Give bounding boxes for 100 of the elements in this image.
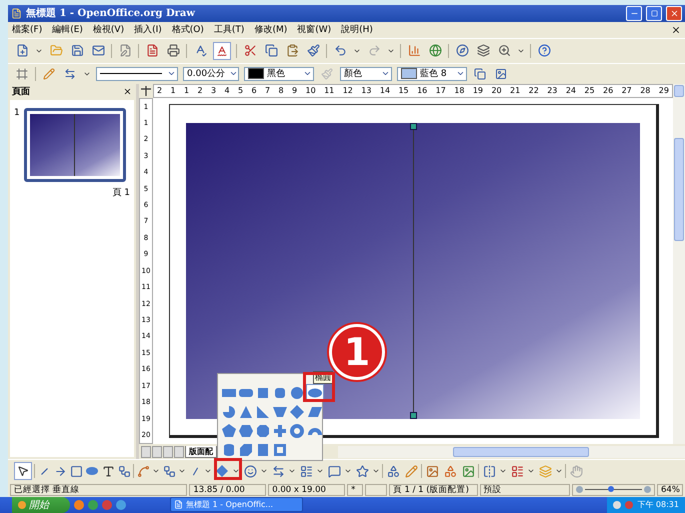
diamond-icon[interactable] — [214, 463, 230, 480]
restore-icon[interactable] — [650, 10, 658, 17]
layout-tab[interactable]: 版面配 — [185, 446, 217, 458]
shape-button[interactable] — [255, 441, 271, 459]
star-icon[interactable] — [354, 463, 370, 480]
shape-icon — [255, 442, 271, 458]
page-status: 頁 1 / 1 (版面配置) — [388, 484, 478, 496]
shape-button[interactable] — [289, 422, 305, 440]
menu-item[interactable]: 檔案(F) — [12, 23, 42, 36]
panel-title: 頁面 — [12, 86, 30, 98]
shape-icon — [289, 423, 305, 439]
close-icon[interactable] — [670, 8, 678, 18]
copy-icon[interactable] — [263, 42, 279, 59]
smiley-icon[interactable] — [242, 463, 258, 480]
shape-button[interactable] — [238, 422, 254, 440]
shape-button[interactable] — [289, 403, 305, 421]
save-icon[interactable] — [69, 42, 85, 59]
shape-button[interactable] — [238, 441, 254, 459]
layers-icon[interactable] — [475, 42, 491, 59]
area-style-dropdown[interactable]: 顏色 — [340, 66, 392, 81]
shape-icon — [272, 404, 288, 420]
select-pointer-icon[interactable] — [14, 462, 32, 480]
shape-button[interactable] — [255, 422, 271, 440]
pencil-icon[interactable] — [403, 463, 419, 480]
align-icon[interactable] — [509, 463, 525, 480]
clock: 下午 08:31 — [637, 499, 679, 510]
shape-button[interactable] — [289, 384, 305, 402]
horizontal-scrollbar[interactable] — [338, 446, 685, 458]
selected-vertical-line[interactable] — [410, 122, 416, 420]
scroll-thumb[interactable] — [674, 138, 684, 242]
taskbar-button[interactable]: 無標題 1 - OpenOffic... — [170, 497, 303, 512]
scroll-thumb[interactable] — [453, 446, 590, 457]
autospellcheck-icon[interactable] — [213, 42, 231, 60]
shape-icon — [255, 385, 271, 401]
menu-item[interactable]: 格式(O) — [172, 23, 204, 36]
flowchart-icon[interactable] — [298, 463, 314, 480]
paintbrush-icon[interactable] — [305, 42, 321, 59]
shape-button[interactable] — [272, 422, 288, 440]
shape-icon — [221, 404, 237, 420]
menu-item[interactable]: 修改(M) — [254, 23, 288, 36]
frame-icon[interactable] — [14, 66, 30, 82]
printer-icon[interactable] — [165, 42, 181, 59]
modified-status: * — [347, 484, 363, 496]
menu-item[interactable]: 編輯(E) — [52, 23, 83, 36]
picture-icon[interactable] — [424, 463, 440, 480]
page-number: 1 — [14, 108, 20, 118]
document-icon — [174, 500, 183, 510]
image-icon[interactable] — [460, 463, 476, 480]
fontwork-icon[interactable] — [442, 463, 458, 480]
vertical-scrollbar[interactable] — [673, 98, 685, 444]
help-icon[interactable] — [536, 42, 552, 59]
points-icon[interactable] — [385, 463, 401, 480]
callout-icon[interactable] — [326, 463, 342, 480]
pen-icon[interactable] — [41, 66, 57, 82]
color-swatch — [248, 68, 264, 80]
zoom-icon[interactable] — [496, 42, 512, 59]
gradient-rectangle[interactable] — [186, 122, 640, 420]
page-thumbnail[interactable] — [24, 108, 126, 182]
connector-tool-icon[interactable] — [162, 463, 176, 480]
position-status: 13.85 / 0.00 — [189, 484, 266, 496]
shape-button[interactable] — [221, 422, 237, 440]
status-field — [365, 484, 387, 496]
menu-item[interactable]: 工具(T) — [214, 23, 244, 36]
cut-icon[interactable] — [242, 42, 258, 59]
color-swatch — [401, 68, 417, 80]
size-status: 0.00 x 19.00 — [268, 484, 346, 496]
shape-icon — [272, 385, 288, 401]
shape-icon — [221, 423, 237, 439]
line-width-field[interactable]: 0.00公分 — [183, 66, 239, 81]
close-document-icon[interactable] — [671, 24, 681, 35]
shape-icon — [272, 423, 288, 439]
menu-item[interactable]: 插入(I) — [134, 23, 162, 36]
shape-button[interactable] — [255, 403, 271, 421]
selection-status: 已經選擇 垂直線 — [10, 484, 188, 496]
restore-button[interactable] — [646, 6, 662, 21]
rectangle-icon[interactable] — [69, 463, 83, 480]
page-label: 頁 1 — [112, 186, 130, 199]
rotate-icon[interactable] — [481, 463, 497, 480]
horizontal-ruler: 2 1 1 2 3 4 5 6 7 8 9 10 11 12 13 14 15 16 17 18 19 20 21 22 23 24 25 26 27 28 29 — [153, 84, 673, 98]
layout-status: 預設 — [480, 484, 570, 496]
area-color-dropdown[interactable]: 藍色 8 — [397, 66, 467, 81]
chart-icon[interactable] — [406, 42, 422, 59]
minimize-button[interactable] — [626, 6, 642, 21]
menu-item[interactable]: 視窗(W) — [297, 23, 332, 36]
connector-icon[interactable] — [117, 463, 131, 480]
close-panel-icon[interactable] — [123, 87, 132, 96]
line-color-dropdown[interactable]: 黑色 — [244, 66, 314, 81]
shape-button[interactable] — [272, 441, 288, 459]
menu-item[interactable]: 檢視(V) — [92, 23, 124, 36]
shape-button[interactable] — [221, 403, 237, 421]
start-button[interactable]: 開始 — [12, 496, 70, 513]
compass-icon[interactable] — [454, 42, 470, 59]
close-button[interactable] — [666, 6, 682, 21]
line-style-dropdown[interactable] — [96, 66, 178, 81]
shape-icon — [238, 404, 254, 420]
shape-button[interactable] — [221, 441, 237, 459]
menu-item[interactable]: 說明(H) — [341, 23, 373, 36]
globe-icon[interactable] — [427, 42, 443, 59]
shadow-icon[interactable] — [472, 66, 488, 82]
shape-icon — [289, 385, 305, 401]
